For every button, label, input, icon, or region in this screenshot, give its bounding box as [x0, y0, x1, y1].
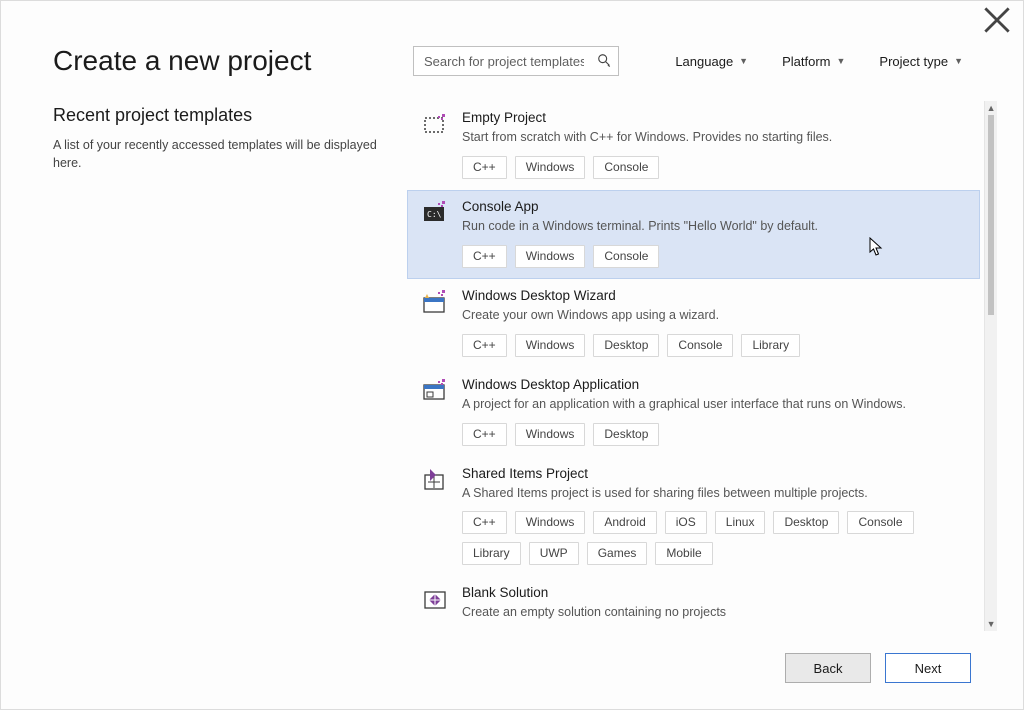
chevron-down-icon: ▼ [954, 56, 963, 66]
template-body: Console App Run code in a Windows termina… [462, 199, 965, 268]
template-tag: Linux [715, 511, 766, 534]
close-button[interactable] [983, 9, 1011, 31]
template-item-empty-project[interactable]: Empty Project Start from scratch with C++… [407, 101, 980, 190]
template-tag: Console [593, 245, 659, 268]
filter-platform[interactable]: Platform ▼ [778, 48, 849, 75]
template-tag: C++ [462, 423, 507, 446]
header: Create a new project Language ▼ Platform… [1, 1, 1023, 89]
search-icon[interactable] [595, 51, 613, 69]
template-tag: Windows [515, 423, 586, 446]
template-tag: Desktop [773, 511, 839, 534]
template-title: Blank Solution [462, 585, 965, 600]
console-template-icon: C:\ [422, 201, 448, 227]
template-tag: Android [593, 511, 656, 534]
filter-language[interactable]: Language ▼ [671, 48, 752, 75]
template-body: Empty Project Start from scratch with C++… [462, 110, 965, 179]
template-item-shared-items-project[interactable]: Shared Items Project A Shared Items proje… [407, 457, 980, 577]
filter-label: Project type [879, 54, 948, 69]
template-description: A project for an application with a grap… [462, 396, 965, 413]
template-tag: C++ [462, 245, 507, 268]
template-body: Shared Items Project A Shared Items proje… [462, 466, 965, 566]
template-title: Windows Desktop Application [462, 377, 965, 392]
solution-template-icon [422, 587, 448, 613]
template-body: Windows Desktop Wizard Create your own Wi… [462, 288, 965, 357]
scrollbar-thumb[interactable] [988, 115, 994, 315]
page-title: Create a new project [53, 45, 393, 77]
template-tag: Library [741, 334, 800, 357]
close-icon [983, 6, 1011, 34]
template-body: Windows Desktop Application A project for… [462, 377, 965, 446]
template-list[interactable]: Empty Project Start from scratch with C++… [407, 101, 984, 631]
template-tag: C++ [462, 511, 507, 534]
scroll-up-arrow[interactable]: ▲ [985, 101, 997, 115]
template-description: Start from scratch with C++ for Windows.… [462, 129, 965, 146]
search-input[interactable] [413, 46, 619, 76]
template-item-blank-solution[interactable]: Blank Solution Create an empty solution c… [407, 576, 980, 631]
template-tag: Windows [515, 334, 586, 357]
template-title: Shared Items Project [462, 466, 965, 481]
template-tags: C++ Windows Desktop [462, 423, 965, 446]
template-title: Console App [462, 199, 965, 214]
new-project-dialog: Create a new project Language ▼ Platform… [0, 0, 1024, 710]
filter-row: Language ▼ Platform ▼ Project type ▼ [671, 48, 971, 75]
template-body: Blank Solution Create an empty solution c… [462, 585, 965, 631]
template-description: Create your own Windows app using a wiza… [462, 307, 965, 324]
filter-label: Platform [782, 54, 830, 69]
template-item-windows-desktop-application[interactable]: Windows Desktop Application A project for… [407, 368, 980, 457]
template-tag: Console [667, 334, 733, 357]
template-description: Create an empty solution containing no p… [462, 604, 965, 621]
scrollbar[interactable]: ▲ ▼ [984, 101, 997, 631]
template-tag: Library [462, 542, 521, 565]
template-tag: Desktop [593, 334, 659, 357]
template-description: A Shared Items project is used for shari… [462, 485, 965, 502]
template-tag: UWP [529, 542, 579, 565]
filter-project-type[interactable]: Project type ▼ [875, 48, 967, 75]
recent-templates-panel: Recent project templates A list of your … [53, 97, 383, 631]
scroll-down-arrow[interactable]: ▼ [985, 617, 997, 631]
back-button[interactable]: Back [785, 653, 871, 683]
template-description: Run code in a Windows terminal. Prints "… [462, 218, 965, 235]
template-item-console-app[interactable]: C:\ Console App Run code in a Windows term… [407, 190, 980, 279]
svg-text:C:\: C:\ [427, 210, 442, 219]
desktop-app-template-icon [422, 379, 448, 405]
template-title: Empty Project [462, 110, 965, 125]
next-button[interactable]: Next [885, 653, 971, 683]
template-tag: iOS [665, 511, 707, 534]
footer: Back Next [1, 639, 1023, 709]
template-tag: Windows [515, 511, 586, 534]
template-tags: C++ Windows Android iOS Linux Desktop Console L… [462, 511, 965, 565]
template-tag: Console [593, 156, 659, 179]
template-tags: C++ Windows Console [462, 245, 965, 268]
template-item-windows-desktop-wizard[interactable]: Windows Desktop Wizard Create your own Wi… [407, 279, 980, 368]
wizard-template-icon [422, 290, 448, 316]
recent-heading: Recent project templates [53, 105, 383, 126]
template-tag: C++ [462, 334, 507, 357]
template-tag: Windows [515, 156, 586, 179]
template-title: Windows Desktop Wizard [462, 288, 965, 303]
shared-template-icon [422, 468, 448, 494]
chevron-down-icon: ▼ [837, 56, 846, 66]
recent-description: A list of your recently accessed templat… [53, 136, 383, 172]
template-tag: C++ [462, 156, 507, 179]
template-tag: Windows [515, 245, 586, 268]
body: Recent project templates A list of your … [1, 89, 1023, 639]
template-tag: Mobile [655, 542, 712, 565]
search-field-wrap [413, 46, 619, 76]
filter-label: Language [675, 54, 733, 69]
template-tag: Games [587, 542, 648, 565]
template-tags: C++ Windows Console [462, 156, 965, 179]
template-list-panel: Empty Project Start from scratch with C++… [407, 101, 997, 631]
template-tag: Console [847, 511, 913, 534]
template-tags: C++ Windows Desktop Console Library [462, 334, 965, 357]
chevron-down-icon: ▼ [739, 56, 748, 66]
empty-template-icon [422, 112, 448, 138]
template-tag: Desktop [593, 423, 659, 446]
